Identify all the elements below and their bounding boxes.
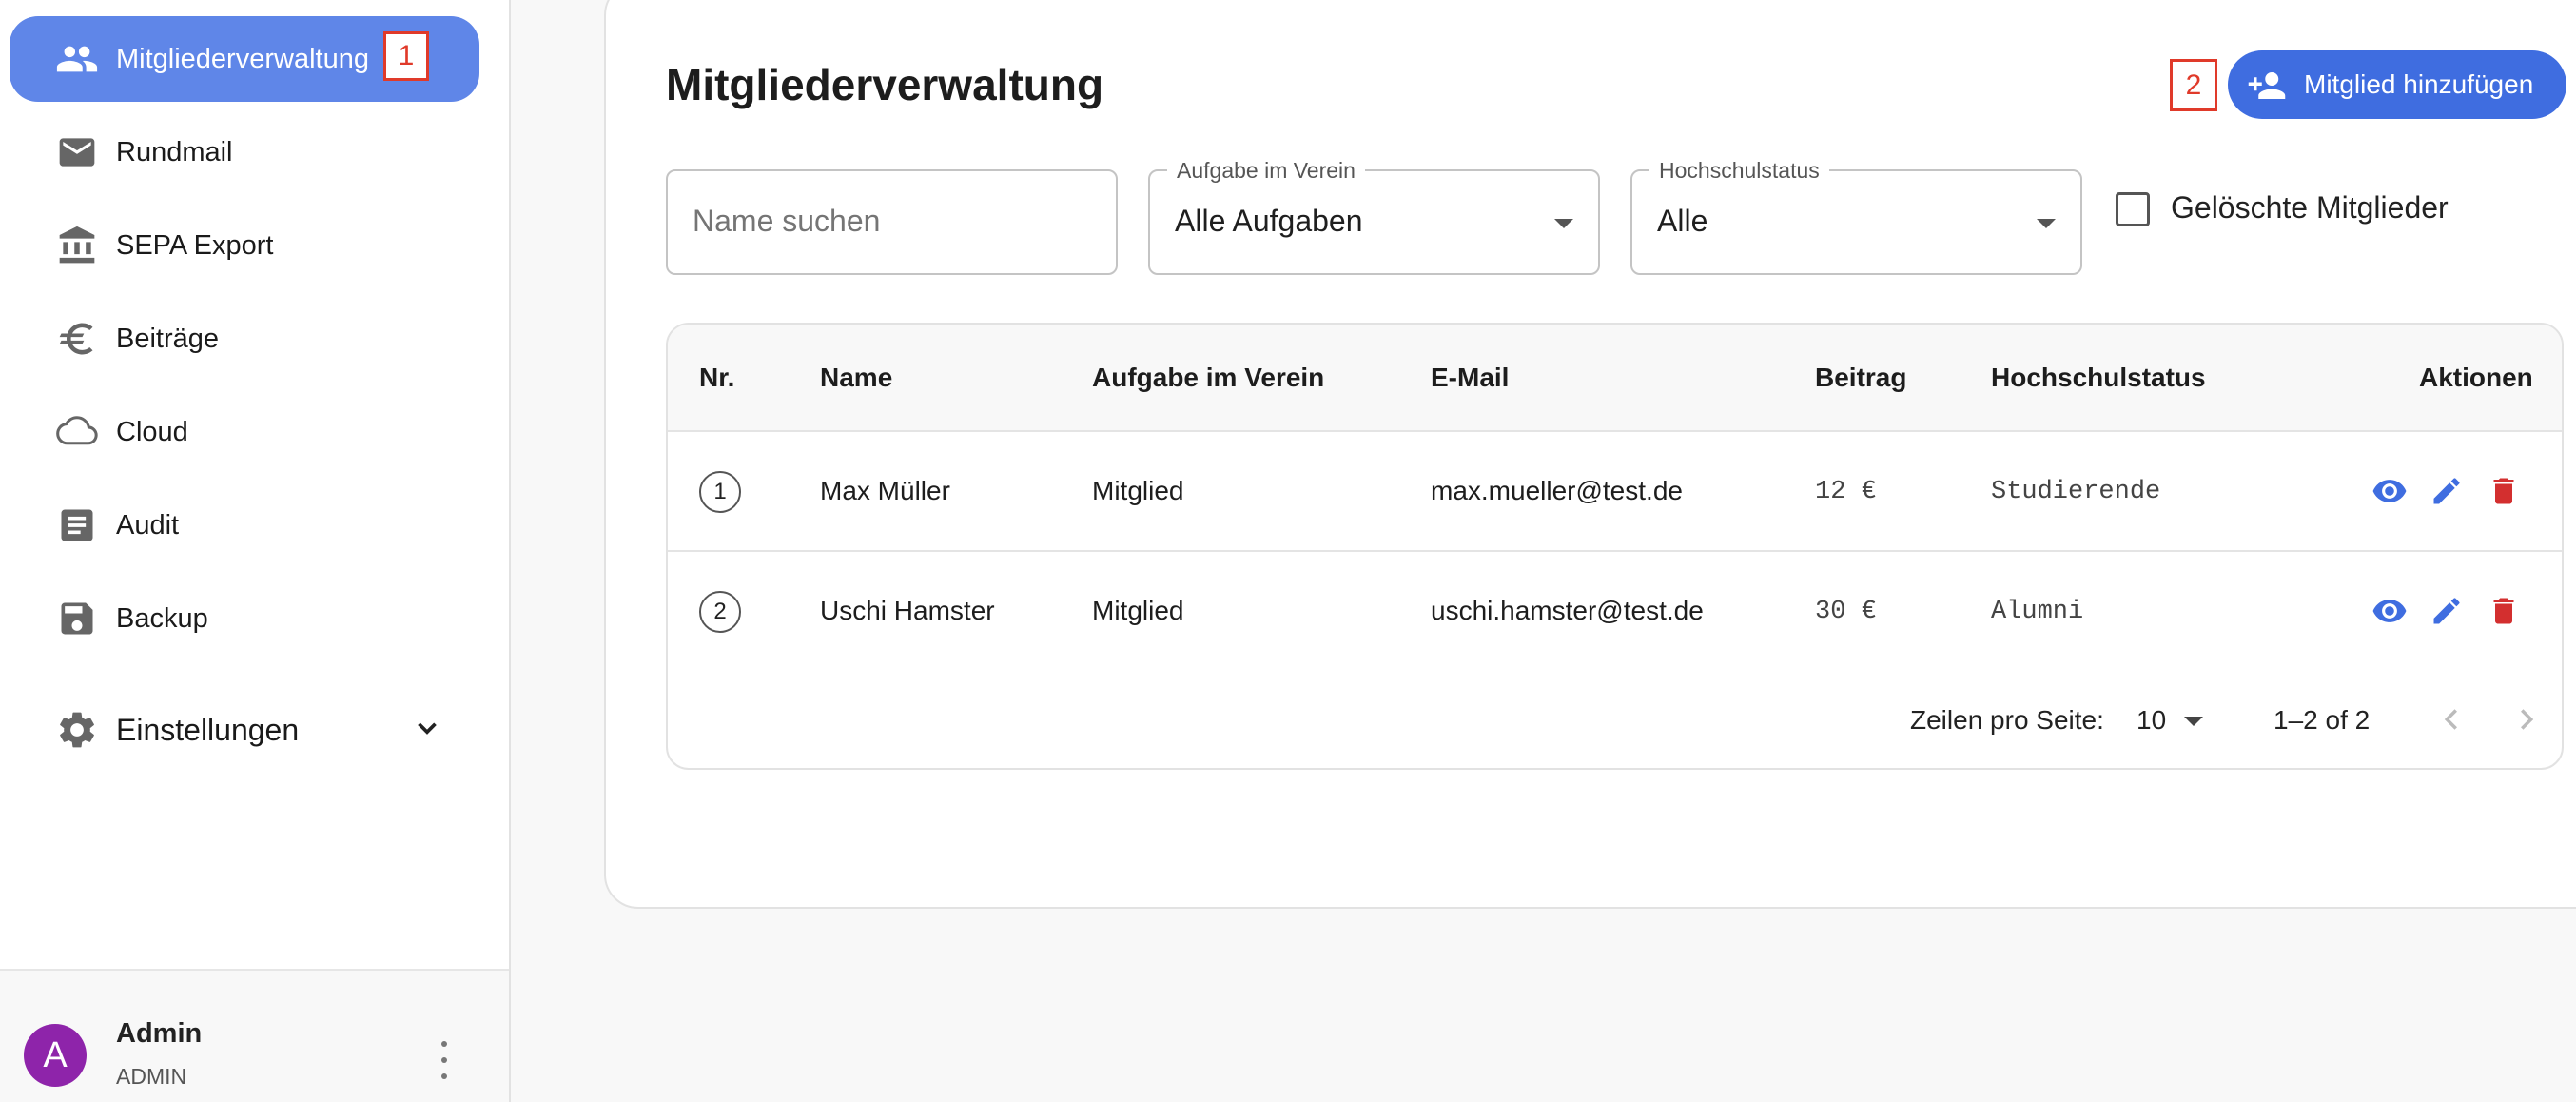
- role-filter-value: Alle Aufgaben: [1175, 204, 1363, 238]
- sidebar-item-audit[interactable]: Audit: [10, 482, 479, 568]
- edit-icon[interactable]: [2428, 472, 2466, 510]
- previous-page-icon[interactable]: [2433, 701, 2469, 742]
- column-header-status[interactable]: Hochschulstatus: [1991, 363, 2206, 393]
- column-header-nr[interactable]: Nr.: [699, 363, 734, 393]
- person-add-icon: [2247, 66, 2287, 112]
- members-table: Nr. Name Aufgabe im Verein E-Mail Beitra…: [666, 323, 2564, 770]
- delete-icon[interactable]: [2485, 472, 2523, 510]
- gear-icon: [55, 708, 99, 752]
- status-filter-label: Hochschulstatus: [1649, 158, 1829, 184]
- column-header-role[interactable]: Aufgabe im Verein: [1092, 363, 1324, 393]
- user-name: Admin: [116, 1018, 203, 1049]
- member-role: Mitglied: [1092, 476, 1184, 505]
- role-filter-select[interactable]: Aufgabe im Verein Alle Aufgaben: [1148, 158, 1600, 275]
- sidebar-item-mitgliederverwaltung[interactable]: Mitgliederverwaltung 1: [10, 16, 479, 102]
- column-header-fee[interactable]: Beitrag: [1815, 363, 1906, 393]
- table-row: 2 Uschi Hamster Mitglied uschi.hamster@t…: [668, 552, 2562, 672]
- page-range: 1–2 of 2: [2274, 705, 2371, 735]
- sidebar: Mitgliederverwaltung 1 Rundmail SEPA Exp…: [0, 0, 511, 1102]
- eye-icon[interactable]: [2371, 592, 2409, 630]
- row-number: 2: [699, 591, 741, 633]
- sidebar-item-label: Mitgliederverwaltung: [116, 43, 369, 74]
- member-fee: 12 €: [1815, 478, 1877, 506]
- sidebar-item-label: Backup: [116, 602, 208, 634]
- column-header-name[interactable]: Name: [820, 363, 892, 393]
- annotation-tag-1: 1: [383, 31, 429, 81]
- annotation-tag-2: 2: [2170, 59, 2217, 111]
- row-number: 1: [699, 471, 741, 513]
- member-status: Studierende: [1991, 478, 2161, 506]
- sidebar-item-einstellungen[interactable]: Einstellungen: [10, 687, 479, 773]
- sidebar-item-label: Audit: [116, 509, 180, 541]
- deleted-members-label: Gelöschte Mitglieder: [2171, 190, 2449, 225]
- status-filter-value: Alle: [1657, 204, 1708, 238]
- table-row: 1 Max Müller Mitglied max.mueller@test.d…: [668, 432, 2562, 552]
- table-header: Nr. Name Aufgabe im Verein E-Mail Beitra…: [668, 325, 2562, 432]
- sidebar-item-label: SEPA Export: [116, 229, 274, 261]
- member-email: uschi.hamster@test.de: [1431, 596, 1704, 625]
- rows-per-page-select[interactable]: 10: [2137, 705, 2166, 736]
- euro-icon: [55, 317, 99, 361]
- sidebar-item-cloud[interactable]: Cloud: [10, 389, 479, 475]
- eye-icon[interactable]: [2371, 472, 2409, 510]
- sidebar-item-rundmail[interactable]: Rundmail: [10, 109, 479, 195]
- save-icon: [55, 597, 99, 640]
- member-role: Mitglied: [1092, 596, 1184, 625]
- sidebar-item-label: Rundmail: [116, 136, 233, 167]
- document-icon: [55, 503, 99, 547]
- sidebar-item-label: Einstellungen: [116, 712, 300, 747]
- avatar: A: [24, 1024, 87, 1087]
- member-name: Max Müller: [820, 476, 950, 505]
- chevron-down-icon[interactable]: [411, 712, 443, 749]
- member-status: Alumni: [1991, 598, 2084, 626]
- more-options-icon[interactable]: [438, 1041, 451, 1079]
- rows-per-page-label: Zeilen pro Seite:: [1910, 705, 2104, 735]
- sidebar-item-backup[interactable]: Backup: [10, 576, 479, 661]
- delete-icon[interactable]: [2485, 592, 2523, 630]
- search-input[interactable]: [693, 204, 1073, 239]
- column-header-actions: Aktionen: [2419, 363, 2533, 392]
- sidebar-item-beitraege[interactable]: Beiträge: [10, 296, 479, 382]
- add-member-label: Mitglied hinzufügen: [2304, 69, 2534, 99]
- sidebar-item-sepa-export[interactable]: SEPA Export: [10, 203, 479, 288]
- search-field[interactable]: [666, 169, 1118, 275]
- user-profile: A Admin ADMIN: [0, 969, 509, 1102]
- role-filter-label: Aufgabe im Verein: [1167, 158, 1365, 184]
- deleted-members-checkbox[interactable]: [2116, 192, 2150, 226]
- mail-icon: [55, 130, 99, 174]
- pagination: Zeilen pro Seite: 10 1–2 of 2: [668, 705, 2562, 753]
- edit-icon[interactable]: [2428, 592, 2466, 630]
- add-member-button[interactable]: Mitglied hinzufügen: [2228, 50, 2566, 119]
- dropdown-arrow-icon: [2037, 219, 2056, 228]
- sidebar-item-label: Cloud: [116, 416, 188, 447]
- people-icon: [55, 37, 99, 81]
- user-role: ADMIN: [116, 1064, 187, 1089]
- next-page-icon[interactable]: [2508, 701, 2545, 742]
- sidebar-item-label: Beiträge: [116, 323, 220, 354]
- cloud-icon: [55, 410, 99, 454]
- member-fee: 30 €: [1815, 598, 1877, 626]
- column-header-email[interactable]: E-Mail: [1431, 363, 1509, 393]
- page-title: Mitgliederverwaltung: [666, 60, 1104, 109]
- dropdown-arrow-icon[interactable]: [2184, 717, 2203, 726]
- member-name: Uschi Hamster: [820, 596, 995, 625]
- dropdown-arrow-icon: [1554, 219, 1573, 228]
- status-filter-select[interactable]: Hochschulstatus Alle: [1630, 158, 2082, 275]
- member-email: max.mueller@test.de: [1431, 476, 1683, 505]
- bank-icon: [55, 224, 99, 267]
